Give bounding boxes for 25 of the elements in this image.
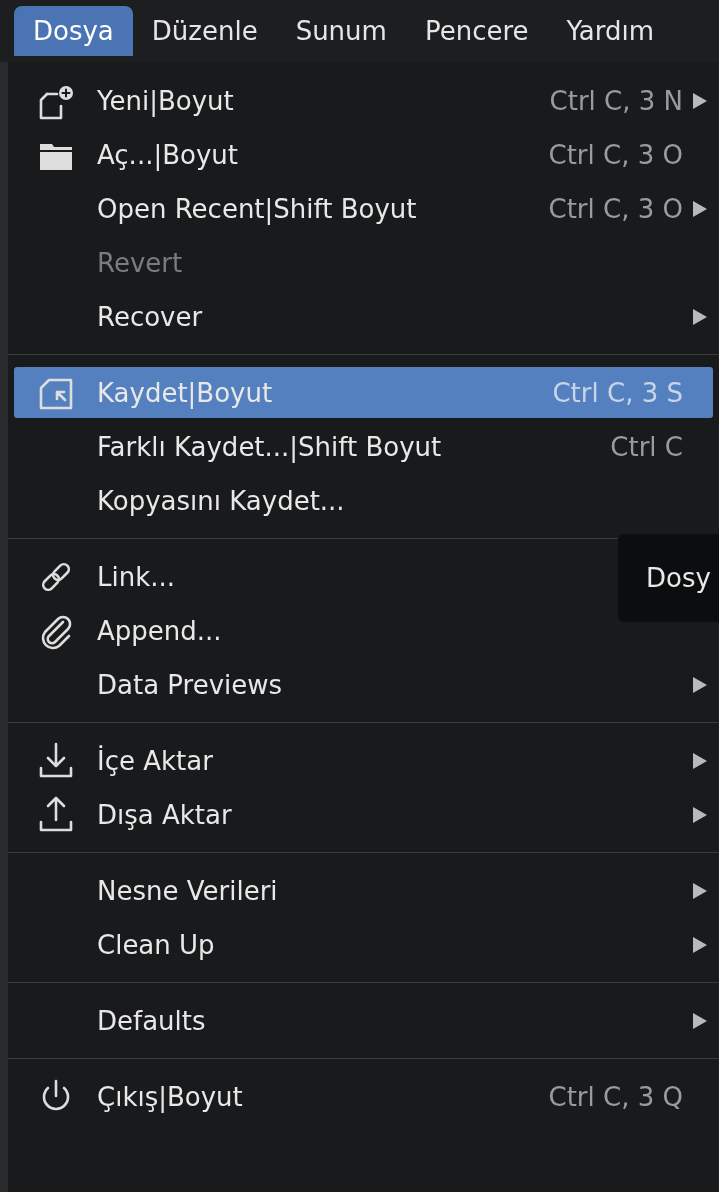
- shortcut-label: Ctrl C: [610, 431, 683, 462]
- menu-item[interactable]: Yeni|Boyut Ctrl C, 3 N: [14, 75, 713, 126]
- menu-item[interactable]: Clean Up: [14, 919, 713, 970]
- menu-item[interactable]: Nesne Verileri: [14, 865, 713, 916]
- shortcut-label: Ctrl C, 3 Q: [548, 1081, 683, 1112]
- menu-item[interactable]: Aç...|Boyut Ctrl C, 3 O: [14, 129, 713, 180]
- menu-item[interactable]: Farklı Kaydet...|Shift Boyut Ctrl C: [14, 421, 713, 472]
- menu-item[interactable]: Data Previews: [14, 659, 713, 710]
- menu-tab[interactable]: Pencere: [405, 6, 548, 56]
- menu-tab[interactable]: Düzenle: [132, 6, 277, 56]
- menu-item[interactable]: Dışa Aktar: [14, 789, 713, 840]
- menu-item[interactable]: Recover: [14, 291, 713, 342]
- shortcut-label: Ctrl C, 3 O: [548, 193, 683, 224]
- menu-tab[interactable]: Sunum: [276, 6, 406, 56]
- menu-item[interactable]: İçe Aktar: [14, 735, 713, 786]
- menu-item[interactable]: Defaults: [14, 995, 713, 1046]
- shortcut-label: Ctrl C, 3 N: [549, 85, 683, 116]
- tooltip: Dosy: [618, 534, 719, 622]
- menu-item[interactable]: Çıkış|Boyut Ctrl C, 3 Q: [14, 1071, 713, 1122]
- shortcut-label: Ctrl C, 3 O: [548, 139, 683, 170]
- menu-tab[interactable]: Dosya: [14, 6, 133, 56]
- menu-item[interactable]: Kopyasını Kaydet...: [14, 475, 713, 526]
- shortcut-label: Ctrl C, 3 S: [552, 377, 683, 408]
- menu-tab[interactable]: Yardım: [547, 6, 674, 56]
- menu-item[interactable]: Open Recent|Shift Boyut Ctrl C, 3 O: [14, 183, 713, 234]
